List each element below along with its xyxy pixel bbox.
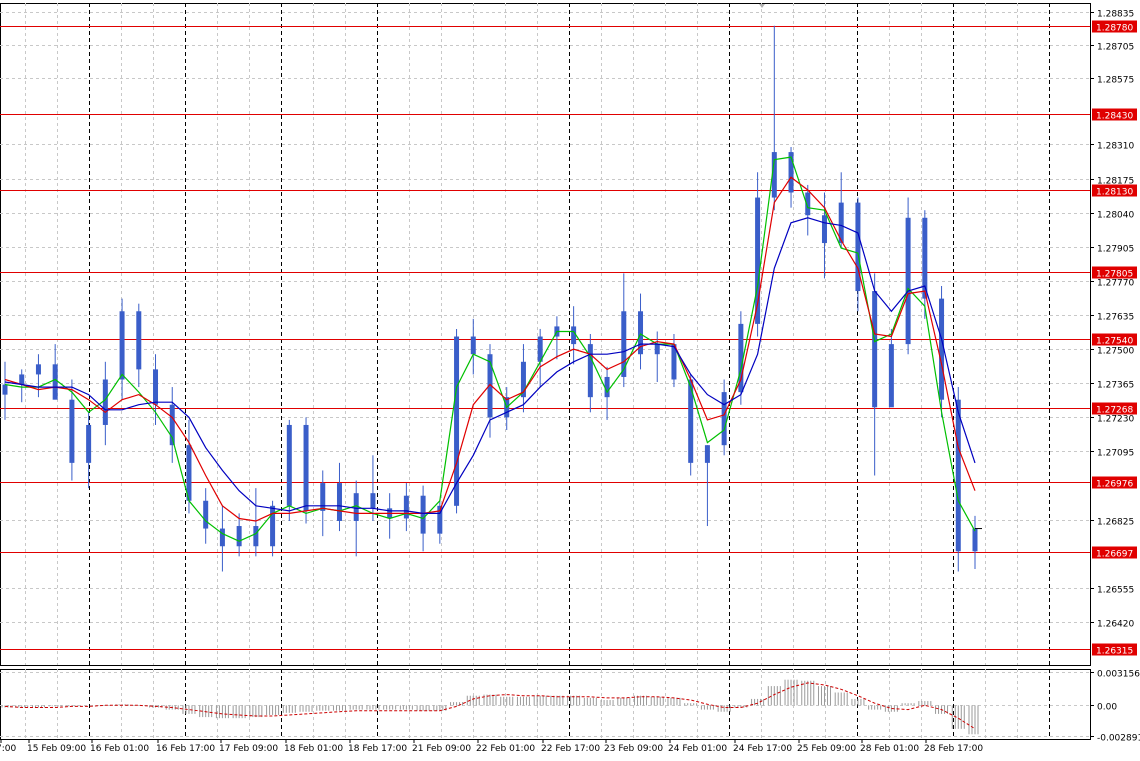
candle-body (236, 526, 242, 547)
price-axis-label: 1.27230 (1097, 415, 1134, 425)
price-level-label: 1.27540 (1096, 337, 1133, 347)
price-level-label: 1.26315 (1096, 647, 1133, 657)
time-axis-label: 25 Feb 09:00 (797, 744, 856, 754)
time-axis-label: 16 Feb 17:00 (156, 744, 215, 754)
time-axis-label: 22 Feb 17:00 (541, 744, 600, 754)
candle-body (119, 311, 125, 380)
candle-body (69, 399, 75, 463)
time-axis-label: 18 Feb 01:00 (284, 744, 343, 754)
time-axis-label: 18 Feb 17:00 (348, 744, 407, 754)
candle-body (203, 500, 209, 529)
time-axis-label: 17 Feb 09:00 (219, 744, 278, 754)
time-axis-label: 21 Feb 09:00 (412, 744, 471, 754)
candle-body (872, 291, 878, 408)
candle-body (704, 445, 710, 463)
candle-body (52, 364, 58, 400)
candle-body (972, 528, 978, 552)
oscillator-panel-frame (0, 669, 1091, 740)
time-axis-label: 22 Feb 01:00 (476, 744, 535, 754)
candle-body (303, 424, 309, 511)
price-axis-label: 1.26420 (1097, 620, 1134, 630)
time-axis-label: 7:00 (0, 744, 16, 754)
candle-body (571, 326, 577, 345)
candle-body (35, 364, 41, 375)
candle-body (270, 505, 276, 547)
price-axis-label: 1.28310 (1097, 142, 1134, 152)
candle-body (136, 311, 142, 370)
candle-body (821, 215, 827, 244)
price-axis-label: 1.26825 (1097, 518, 1134, 528)
price-axis-label: 1.27500 (1097, 347, 1134, 357)
price-level-label: 1.28130 (1096, 188, 1133, 198)
candle-body (336, 483, 342, 521)
price-level-label: 1.26697 (1096, 550, 1133, 560)
price-level-label: 1.26976 (1096, 480, 1133, 490)
oscillator-axis-label: 0.003156 (1097, 670, 1140, 680)
price-axis-label: 1.28575 (1097, 76, 1134, 86)
price-axis-label: 1.28040 (1097, 211, 1134, 221)
price-axis-label: 1.26555 (1097, 586, 1134, 596)
chart-canvas[interactable]: 1.288351.287051.285751.283101.281751.280… (0, 0, 1140, 757)
candle-body (955, 399, 961, 552)
candle-body (888, 344, 894, 408)
price-axis-label: 1.28705 (1097, 43, 1134, 53)
price-level-label: 1.27268 (1096, 406, 1133, 416)
candle-body (370, 493, 376, 509)
price-axis-label: 1.27095 (1097, 449, 1134, 459)
price-axis-label: 1.27905 (1097, 245, 1134, 255)
price-axis-label: 1.27770 (1097, 279, 1134, 289)
time-axis-label: 24 Feb 01:00 (668, 744, 727, 754)
price-level-label: 1.27805 (1096, 270, 1133, 280)
time-axis-label: 15 Feb 09:00 (27, 744, 86, 754)
time-axis-label: 28 Feb 01:00 (860, 744, 919, 754)
price-level-label: 1.28430 (1096, 112, 1133, 122)
price-axis-label: 1.27365 (1097, 381, 1134, 391)
time-axis-label: 23 Feb 09:00 (604, 744, 663, 754)
price-axis-label: 1.27635 (1097, 313, 1134, 323)
trading-chart[interactable]: 1.28835 1.28705 1.28575 1.28310 1.28175 1.280… (0, 0, 1140, 757)
time-axis-label: 28 Feb 17:00 (924, 744, 983, 754)
candle-body (420, 495, 426, 534)
main-panel-frame (0, 3, 1091, 666)
candle-body (587, 344, 593, 398)
candle-body (654, 344, 660, 355)
candle-body (19, 374, 25, 385)
candle-body (253, 526, 259, 547)
time-axis-label: 16 Feb 01:00 (90, 744, 149, 754)
candle-body (286, 424, 292, 506)
candle-body (2, 384, 8, 395)
price-level-label: 1.28780 (1096, 24, 1133, 34)
candle-body (721, 392, 727, 446)
time-axis-label: 24 Feb 17:00 (733, 744, 792, 754)
price-axis-label: 1.28835 (1097, 10, 1134, 20)
candle-body (855, 202, 861, 292)
candle-body (102, 379, 108, 425)
candle-body (470, 336, 476, 355)
candle-body (905, 217, 911, 345)
candle-body (320, 483, 326, 511)
candle-body (86, 424, 92, 463)
candle-body (153, 369, 159, 405)
oscillator-axis-label: -0.002891 (1097, 734, 1140, 744)
candle-body (219, 528, 225, 547)
candle-body (403, 495, 409, 519)
oscillator-axis-label: 0.00 (1097, 703, 1117, 713)
